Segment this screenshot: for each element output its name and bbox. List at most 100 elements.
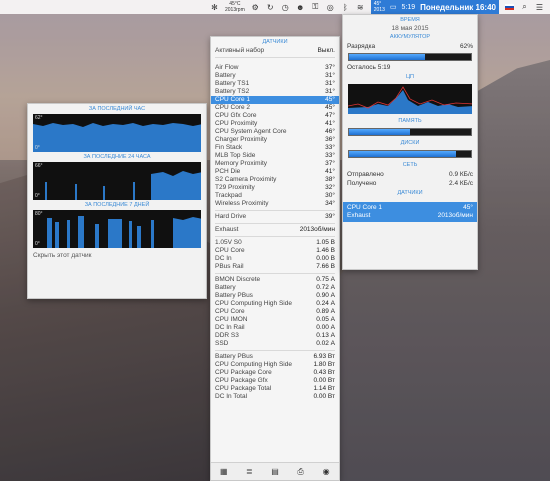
sensor-name: DDR S3: [215, 332, 239, 339]
sensor-row[interactable]: CPU Package Gfx 0.00 Вт: [211, 377, 339, 385]
sensor-name: Trackpad: [215, 192, 242, 199]
sensor-name: CPU Package Gfx: [215, 377, 268, 384]
menubar-temp-rpm[interactable]: 45°C 2013rpm: [225, 1, 245, 13]
sensor-value: 32°: [325, 184, 335, 191]
history-hour-chart: [33, 123, 201, 152]
sensor-value: 1.46 В: [316, 247, 335, 254]
list-view-icon[interactable]: ≣: [243, 467, 255, 477]
time-title: ВРЕМЯ: [400, 17, 420, 23]
battery-bar: [348, 53, 472, 61]
sent-label: Отправлено: [347, 171, 384, 178]
sensor-row-hard-drive[interactable]: Hard Drive 39°: [211, 213, 339, 221]
sensor-row[interactable]: PBus Rail 7.66 В: [211, 263, 339, 271]
sensor-row[interactable]: Wireless Proximity 34°: [211, 200, 339, 208]
sensor-row[interactable]: PCH Die 41°: [211, 168, 339, 176]
sensor-name: BMON Discrete: [215, 276, 261, 283]
key-icon[interactable]: ⚿: [311, 2, 320, 12]
history-day-min: 0°: [35, 193, 40, 199]
sensor-row[interactable]: 1.05V S0 1.05 В: [211, 239, 339, 247]
circle-icon[interactable]: ◎: [326, 3, 335, 12]
history-week-graph: 80° 0°: [33, 210, 201, 248]
sensor-value: 37°: [325, 64, 335, 71]
sensor-row[interactable]: CPU Core 0.89 А: [211, 308, 339, 316]
sensor-row[interactable]: Battery TS2 31°: [211, 88, 339, 96]
battery-bar-fill: [349, 54, 425, 60]
menubar-battery-time: 5:19: [401, 3, 416, 11]
mask-icon[interactable]: ☻: [296, 3, 305, 12]
graph-view-icon[interactable]: ▦: [218, 467, 230, 477]
battery-remaining: Осталось 5:19: [347, 64, 391, 71]
sensor-row[interactable]: DC In Total 0.00 Вт: [211, 393, 339, 401]
sensor-value: 0.43 Вт: [313, 369, 335, 376]
sensor-value: 33°: [325, 144, 335, 151]
cpu-title: ЦП: [405, 74, 415, 80]
history-week-title: ЗА ПОСЛЕДНИЕ 7 ДНЕЙ: [84, 202, 150, 208]
sensor-row[interactable]: DC In Rail 0.00 А: [211, 324, 339, 332]
sensor-row[interactable]: BMON Discrete 0.75 А: [211, 276, 339, 284]
sensor-row[interactable]: S2 Camera Proximity 38°: [211, 176, 339, 184]
sensor-name: Hard Drive: [215, 213, 247, 220]
sensor-name: Fin Stack: [215, 144, 243, 151]
history-week-max: 80°: [35, 211, 43, 217]
active-set-label: Активный набор: [215, 47, 265, 54]
fan-icon[interactable]: ✻: [210, 3, 219, 12]
stats-menu-item[interactable]: 45° 2013 ▭ 5:19 Понедельник 16:40: [370, 0, 499, 14]
history-hour-title: ЗА ПОСЛЕДНИЙ ЧАС: [88, 106, 146, 112]
memory-bar-fill: [349, 129, 410, 135]
sensor-value: 0.90 А: [316, 292, 335, 299]
sensor-row[interactable]: CPU Computing High Side 0.24 А: [211, 300, 339, 308]
sensor-row[interactable]: CPU Gfx Core 47°: [211, 112, 339, 120]
wifi-icon[interactable]: ≋: [356, 3, 365, 12]
sensor-row[interactable]: Battery TS1 31°: [211, 80, 339, 88]
search-icon[interactable]: ⌕: [520, 2, 529, 12]
sensor-row[interactable]: CPU Proximity 41°: [211, 120, 339, 128]
sensor-row[interactable]: Battery 0.72 А: [211, 284, 339, 292]
sensor-row[interactable]: CPU IMON 0.05 А: [211, 316, 339, 324]
selected-sensor-row: CPU Core 1 45°: [347, 204, 473, 212]
preferences-icon[interactable]: ◉: [320, 467, 332, 477]
sync-icon[interactable]: ↻: [266, 3, 275, 12]
sensor-row[interactable]: Battery PBus 0.90 А: [211, 292, 339, 300]
sensor-row[interactable]: DDR S3 0.13 А: [211, 332, 339, 340]
printer-icon[interactable]: ⎙: [295, 467, 307, 477]
sensor-name: T29 Proximity: [215, 184, 255, 191]
sensor-row[interactable]: Air Flow 37°: [211, 64, 339, 72]
selected-sensors-box[interactable]: CPU Core 1 45° Exhaust 2013об/мин: [343, 202, 477, 222]
sensor-row[interactable]: CPU Core 1.46 В: [211, 247, 339, 255]
sensor-row[interactable]: Memory Proximity 37°: [211, 160, 339, 168]
sensor-row[interactable]: SSD 0.02 А: [211, 340, 339, 348]
gear-icon[interactable]: ⚙: [251, 3, 260, 12]
discharge-value: 62%: [459, 43, 473, 50]
bluetooth-icon[interactable]: ᛒ: [341, 3, 350, 12]
timemachine-icon[interactable]: ◷: [281, 3, 290, 12]
discharge-label: Разрядка: [347, 43, 376, 50]
sensor-row[interactable]: Battery 31°: [211, 72, 339, 80]
sensor-row[interactable]: CPU Computing High Side 1.80 Вт: [211, 361, 339, 369]
sensor-row[interactable]: Fin Stack 33°: [211, 144, 339, 152]
sensor-value: 0.75 А: [316, 276, 335, 283]
sensor-row-exhaust[interactable]: Exhaust 2013об/мин: [211, 226, 339, 234]
sensor-row[interactable]: T29 Proximity 32°: [211, 184, 339, 192]
sensor-row[interactable]: Trackpad 30°: [211, 192, 339, 200]
sensor-value: 34°: [325, 200, 335, 207]
menubar-clock[interactable]: Понедельник 16:40: [420, 3, 496, 12]
sensor-row[interactable]: DC In 0.00 В: [211, 255, 339, 263]
sensor-row[interactable]: CPU System Agent Core 46°: [211, 128, 339, 136]
sensor-name: CPU Core 2: [215, 104, 251, 111]
sensor-row[interactable]: Charger Proximity 36°: [211, 136, 339, 144]
input-language-flag-icon[interactable]: [505, 4, 514, 10]
sensor-row[interactable]: CPU Core 2 45°: [211, 104, 339, 112]
sensor-row[interactable]: CPU Core 1 45°: [211, 96, 339, 104]
hide-sensor-link[interactable]: Скрыть этот датчик: [28, 248, 206, 263]
sensor-row[interactable]: MLB Top Side 33°: [211, 152, 339, 160]
active-set-row[interactable]: Активный набор Выкл.: [211, 47, 339, 55]
sensor-row[interactable]: CPU Package Total 1.14 Вт: [211, 385, 339, 393]
sensor-name: 1.05V S0: [215, 239, 242, 246]
sensor-row[interactable]: CPU Package Core 0.43 Вт: [211, 369, 339, 377]
active-set-value[interactable]: Выкл.: [317, 47, 335, 55]
sensor-name: PBus Rail: [215, 263, 244, 270]
list-icon[interactable]: ☰: [535, 3, 544, 12]
sensor-row[interactable]: Battery PBus 6.93 Вт: [211, 353, 339, 361]
compact-view-icon[interactable]: ▤: [269, 467, 281, 477]
sensor-name: Memory Proximity: [215, 160, 268, 167]
